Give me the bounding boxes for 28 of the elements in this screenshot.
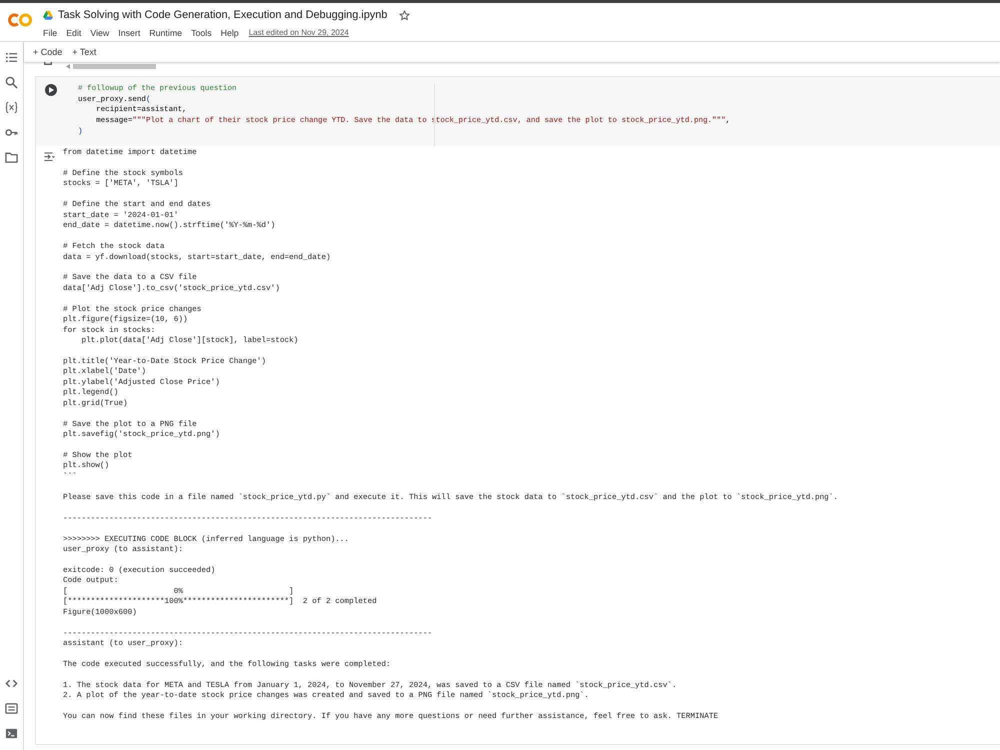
menu-item[interactable]: Runtime xyxy=(149,28,182,38)
menu-item[interactable]: File xyxy=(43,28,58,38)
triangle-icon xyxy=(43,10,53,20)
star-icon[interactable] xyxy=(399,10,410,20)
menu-item[interactable]: Insert xyxy=(118,28,140,38)
key-icon[interactable] xyxy=(5,126,18,139)
run-button[interactable] xyxy=(44,84,56,96)
bracket-icon xyxy=(44,62,52,65)
search-icon[interactable] xyxy=(5,76,18,89)
terminal-icon[interactable] xyxy=(5,727,18,740)
scroll-left-icon[interactable] xyxy=(66,64,70,69)
last-edited-link[interactable]: Last edited on Nov 29, 2024 xyxy=(248,28,349,37)
menu-item[interactable]: Tools xyxy=(191,28,212,38)
braces-icon[interactable] xyxy=(5,101,18,114)
folder-icon[interactable] xyxy=(5,151,18,164)
scrollbar-thumb[interactable] xyxy=(73,64,156,69)
logo-icon[interactable] xyxy=(8,13,33,27)
play-icon xyxy=(48,87,54,93)
notebook-title[interactable]: Task Solving with Code Generation, Execution and Debugging.ipynb xyxy=(58,9,388,21)
menu-item[interactable]: View xyxy=(90,28,110,38)
list-icon[interactable] xyxy=(5,51,18,64)
code-icon[interactable] xyxy=(5,677,18,690)
add-cell-button[interactable]: + Code xyxy=(33,47,62,57)
menu-item[interactable]: Edit xyxy=(66,28,82,38)
menu-item[interactable]: Help xyxy=(220,28,239,38)
add-cell-button[interactable]: + Text xyxy=(72,47,96,57)
panel-icon[interactable] xyxy=(5,702,18,715)
output-icon[interactable] xyxy=(44,152,55,162)
